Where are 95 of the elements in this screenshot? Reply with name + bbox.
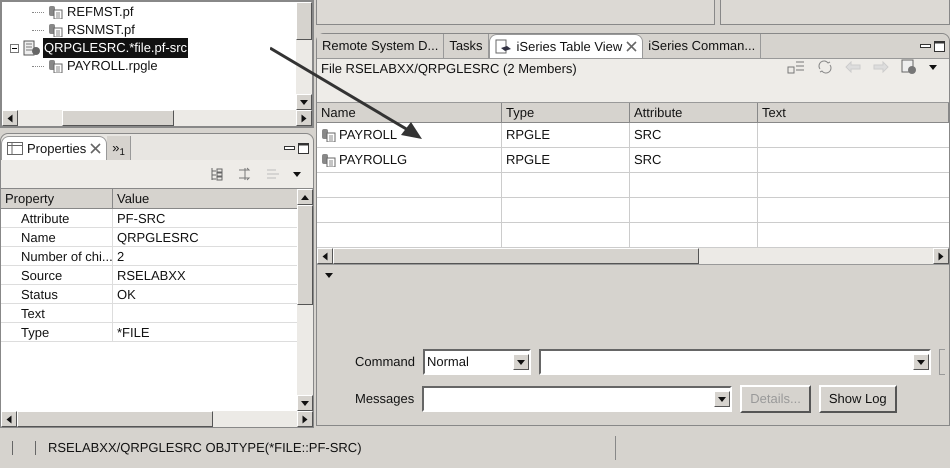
column-header[interactable]: Property <box>1 189 113 208</box>
caret-icon <box>302 114 306 122</box>
property-value: QRPGLESRC <box>116 229 200 246</box>
tree-view-icon[interactable] <box>209 166 225 182</box>
scroll-button[interactable] <box>317 248 333 264</box>
command-label: Command <box>355 353 415 372</box>
scroll-button[interactable] <box>297 411 313 427</box>
caret-icon <box>516 360 525 364</box>
property-name: Attribute <box>1 209 113 227</box>
caret-icon <box>322 252 328 260</box>
scroll-button[interactable] <box>913 354 929 370</box>
scrollbar-thumb[interactable] <box>296 2 312 40</box>
forward-arrow-icon <box>873 61 889 73</box>
view-heading: File RSELABXX/QRPGLESRC (2 Members) <box>321 60 577 78</box>
file-icon <box>23 40 41 56</box>
view-tab[interactable]: Properties <box>1 136 108 160</box>
property-value: 2 <box>116 248 126 265</box>
caret-icon <box>917 360 925 364</box>
scroll-button[interactable] <box>2 110 18 126</box>
scroll-button[interactable] <box>296 110 312 126</box>
property-value: PF-SRC <box>116 210 166 227</box>
table-cell-text: SRC <box>634 151 662 170</box>
caret-icon <box>929 64 937 70</box>
member-icon <box>321 128 337 142</box>
scrollbar-thumb[interactable] <box>17 411 213 427</box>
column-header[interactable]: Text <box>758 103 949 122</box>
scroll-button[interactable] <box>296 94 312 110</box>
maximize-icon[interactable] <box>934 40 945 52</box>
tree-item[interactable]: PAYROLL.rpgle <box>66 56 159 76</box>
refresh-icon[interactable] <box>817 59 833 75</box>
table-cell-text: SRC <box>634 126 662 144</box>
table-icon <box>7 142 23 155</box>
caret-icon <box>301 194 309 200</box>
status-text: RSELABXX/QRPGLESRC OBJTYPE(*FILE::PF-SRC) <box>48 439 363 458</box>
view-tab[interactable]: Remote System D... <box>317 34 444 58</box>
column-header[interactable]: Attribute <box>630 103 758 122</box>
close-icon[interactable] <box>626 41 638 52</box>
tree-item[interactable]: RSNMST.pf <box>66 20 136 40</box>
messages-label: Messages <box>355 390 414 408</box>
caret-icon <box>302 415 308 423</box>
property-value: *FILE <box>116 324 151 341</box>
hierarchy-icon[interactable] <box>787 59 805 75</box>
scrollbar-thumb[interactable] <box>333 248 699 264</box>
property-name: Text <box>1 304 113 322</box>
scroll-button[interactable] <box>297 189 313 205</box>
caret-icon <box>938 252 944 260</box>
scrollbar-thumb[interactable] <box>297 205 313 305</box>
maximize-icon[interactable] <box>298 142 309 154</box>
scroll-button[interactable] <box>714 391 730 407</box>
view-tab[interactable]: iSeries Table View <box>488 34 644 58</box>
table-view-icon <box>494 38 513 54</box>
collapse-icon[interactable] <box>10 44 19 52</box>
table-cell-text: RPGLE <box>506 151 550 170</box>
command-field[interactable] <box>538 349 931 375</box>
scroll-button[interactable] <box>933 248 949 264</box>
caret-icon <box>6 415 12 423</box>
caret-icon <box>293 172 301 176</box>
tree-item[interactable]: REFMST.pf <box>66 2 134 22</box>
member-icon <box>48 5 64 19</box>
member-icon <box>321 153 337 167</box>
column-header[interactable]: Type <box>502 103 630 122</box>
member-icon <box>48 59 64 73</box>
tree-item[interactable]: QRPGLESRC.*file.pf-src <box>43 38 188 58</box>
member-icon <box>48 23 64 37</box>
column-header[interactable]: Value <box>113 189 297 208</box>
view-tab[interactable]: »$_{1}$ <box>107 136 131 160</box>
table-cell-text: PAYROLLG <box>339 151 408 170</box>
property-value: RSELABXX <box>116 267 187 284</box>
arrows-icon[interactable] <box>237 166 253 182</box>
caret-icon <box>8 114 12 122</box>
action-button[interactable]: Show Log <box>818 385 897 413</box>
scroll-button[interactable] <box>1 411 17 427</box>
column-header[interactable]: Name <box>317 103 502 122</box>
table-cell-text: RPGLE <box>506 126 550 144</box>
scroll-button[interactable] <box>297 395 313 411</box>
caret-icon <box>300 100 308 104</box>
caret-icon <box>325 272 333 278</box>
close-icon[interactable] <box>90 143 102 154</box>
messages-dropdown[interactable] <box>422 386 732 412</box>
property-value: OK <box>116 286 137 303</box>
property-name: Number of chi... <box>1 247 113 265</box>
table-cell-text: PAYROLL <box>339 126 398 144</box>
scroll-button[interactable] <box>512 354 529 370</box>
caret-icon <box>301 400 309 406</box>
back-arrow-icon <box>845 61 861 73</box>
open-icon[interactable] <box>901 59 917 75</box>
property-name: Status <box>1 285 113 303</box>
scrollbar-thumb[interactable] <box>62 110 174 126</box>
property-name: Source <box>1 266 113 284</box>
minimize-icon[interactable] <box>284 146 295 150</box>
minimize-icon[interactable] <box>920 44 931 48</box>
caret-icon <box>718 396 726 402</box>
property-name: Name <box>1 228 113 246</box>
property-name: Type <box>1 323 113 341</box>
mode-dropdown[interactable]: Normal <box>422 349 531 375</box>
